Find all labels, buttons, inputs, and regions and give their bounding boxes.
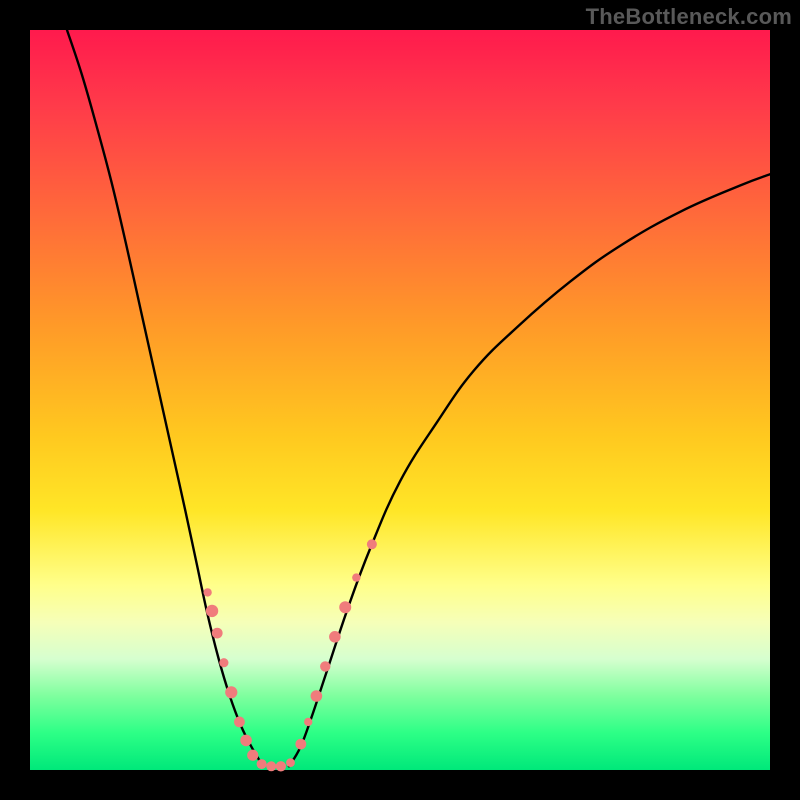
chart-area: [30, 30, 770, 770]
data-point: [240, 735, 252, 747]
curve-left-curve: [67, 30, 263, 766]
data-point: [367, 539, 377, 549]
data-point: [320, 661, 330, 671]
data-point: [352, 573, 360, 581]
data-point: [339, 601, 351, 613]
watermark-text: TheBottleneck.com: [586, 4, 792, 30]
data-point: [206, 605, 218, 617]
data-point: [295, 739, 306, 750]
curve-right-curve: [289, 174, 770, 766]
data-point: [225, 686, 237, 698]
data-point: [286, 758, 295, 767]
data-point: [257, 759, 267, 769]
data-point: [203, 588, 211, 596]
data-point: [311, 690, 323, 702]
data-point: [329, 631, 341, 643]
data-point: [266, 761, 276, 771]
data-point: [219, 658, 228, 667]
data-point: [304, 718, 312, 726]
data-point: [247, 750, 258, 761]
data-point: [234, 717, 245, 728]
data-point: [212, 628, 223, 639]
data-point: [276, 761, 286, 771]
bottleneck-chart: [30, 30, 770, 770]
